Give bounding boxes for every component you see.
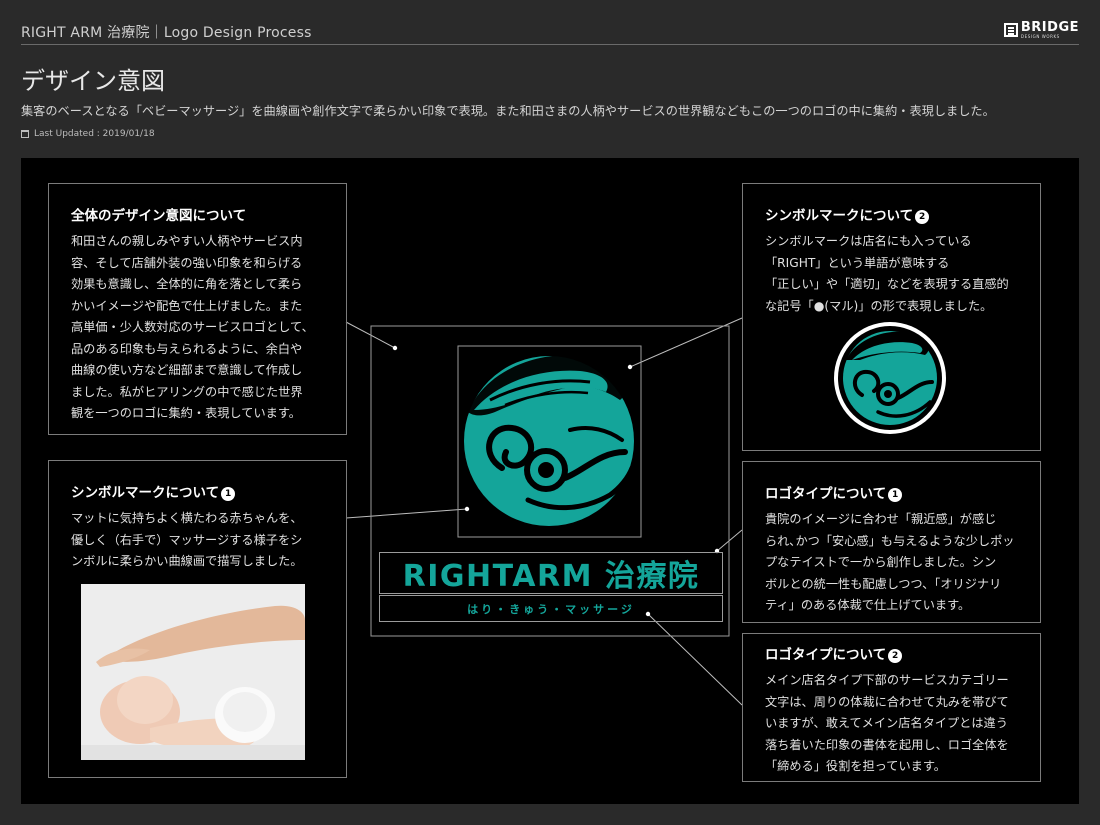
logotype-main: RIGHTARM 治療院 <box>379 552 723 594</box>
connector-symbol1 <box>345 508 468 519</box>
text-line: 「締める」役割を担っています。 <box>765 759 946 773</box>
text-line: 高単価・少人数対応のサービスロゴとして、 <box>71 320 314 334</box>
text-line: な記号「●(マル)」の形で表現しました。 <box>765 298 993 313</box>
text-line: 和田さんの親しみやすい人柄やサービス内 <box>71 234 303 248</box>
logotype-sub: はり・きゅう・マッサージ <box>379 595 723 622</box>
text-line: シンボルマークは店名にも入っている <box>765 234 972 248</box>
text-line: プなテイストで一から創作しました。シン <box>765 555 997 569</box>
overall-design-box: 全体のデザイン意図について 和田さんの親しみやすい人柄やサービス内 容、そして店舗… <box>48 183 347 435</box>
symbol-mark-2-box: シンボルマークについて 2 シンボルマークは店名にも入っている 「RIGHT」という… <box>742 183 1041 451</box>
text-line: ンボルに柔らかい曲線画で描写しました。 <box>71 554 303 568</box>
text-line: メイン店名タイプ下部のサービスカテゴリー <box>765 673 1009 687</box>
logotype-1-box: ロゴタイプについて 1 貴院のイメージに合わせ「親近感」が感じられ､かつ「安心感」… <box>742 461 1041 623</box>
text-line: いますが、敢えてメイン店名タイプとは違う <box>765 716 1008 730</box>
text-line: かいイメージや配色で仕上げました。また <box>71 298 303 313</box>
connector-logotype2 <box>647 613 743 706</box>
symbol-mark-2-text: シンボルマークは店名にも入っている 「RIGHT」という単語が意味する「正しい」や… <box>765 231 1040 317</box>
overall-design-title: 全体のデザイン意図について <box>71 208 247 224</box>
text-line: マットに気持ちよく横たわる赤ちゃんを、 <box>71 511 303 525</box>
logotype-name: RIGHTARM 治療院 <box>402 559 700 594</box>
text-line: 「RIGHT」という単語が意味する <box>765 255 950 270</box>
symbol-mark-1-title: シンボルマークについて 1 <box>71 481 346 501</box>
logotype-2-title: ロゴタイプについて 2 <box>765 643 1040 663</box>
text-line: 文字は、周りの体裁に合わせて丸みを帯びて <box>765 694 1009 709</box>
connector-dot <box>392 345 398 351</box>
text-line: 観を一つのロゴに集約・表現しています。 <box>71 406 301 420</box>
text-line: られ､かつ「安心感」も与えるような少しポッ <box>765 533 1015 548</box>
text-line: ティ」のある体裁で仕上げています。 <box>765 598 971 612</box>
connector-dot <box>627 364 633 370</box>
symbol-mark-icon <box>464 355 635 526</box>
text-line: 優しく（右手で）マッサージする様子をシ <box>71 532 303 547</box>
text-line: 品のある印象も与えられるように、余白や <box>71 341 303 356</box>
symbol-mark-1-box: シンボルマークについて 1 マットに気持ちよく横たわる赤ちゃんを、 優しく（右手で）… <box>48 460 347 778</box>
logotype-1-text: 貴院のイメージに合わせ「親近感」が感じられ､かつ「安心感」も与えるような少しポッ… <box>765 509 1040 617</box>
text-line: ました。私がヒアリングの中で感じた世界 <box>71 384 303 399</box>
logotype-2-text: メイン店名タイプ下部のサービスカテゴリー 文字は、周りの体裁に合わせて丸みを帯びて… <box>765 670 1040 778</box>
overall-design-text: 和田さんの親しみやすい人柄やサービス内 容、そして店舗外装の強い印象を和らげる 効果… <box>71 231 346 425</box>
text-line: 曲線の使い方など細部まで意識して作成し <box>71 363 303 377</box>
text-line: 貴院のイメージに合わせ「親近感」が感じ <box>765 512 997 526</box>
number-badge-icon: 1 <box>221 487 236 501</box>
text-line: 「正しい」や「適切」などを表現する直感的 <box>765 277 1009 291</box>
logotype-1-title: ロゴタイプについて 1 <box>765 482 1040 502</box>
logotype-2-box: ロゴタイプについて 2 メイン店名タイプ下部のサービスカテゴリー 文字は、周りの体裁… <box>742 633 1041 782</box>
connector-symbol2 <box>629 317 743 368</box>
text-line: 容、そして店舗外装の強い印象を和らげる <box>71 255 303 270</box>
text-line: 落ち着いた印象の書体を起用し、ロゴ全体を <box>765 737 1009 752</box>
symbol-mark-1-text: マットに気持ちよく横たわる赤ちゃんを、 優しく（右手で）マッサージする様子をシ ンボ… <box>71 508 346 573</box>
number-badge-icon: 2 <box>888 649 903 663</box>
number-badge-icon: 2 <box>915 210 930 224</box>
number-badge-icon: 1 <box>888 488 903 502</box>
text-line: 効果も意識し、全体的に角を落として柔ら <box>71 277 303 291</box>
symbol-mark-2-title: シンボルマークについて 2 <box>765 204 1040 224</box>
text-line: ボルとの統一性も配慮しつつ、「オリジナリ <box>765 576 1002 591</box>
connector-dot <box>464 506 470 512</box>
